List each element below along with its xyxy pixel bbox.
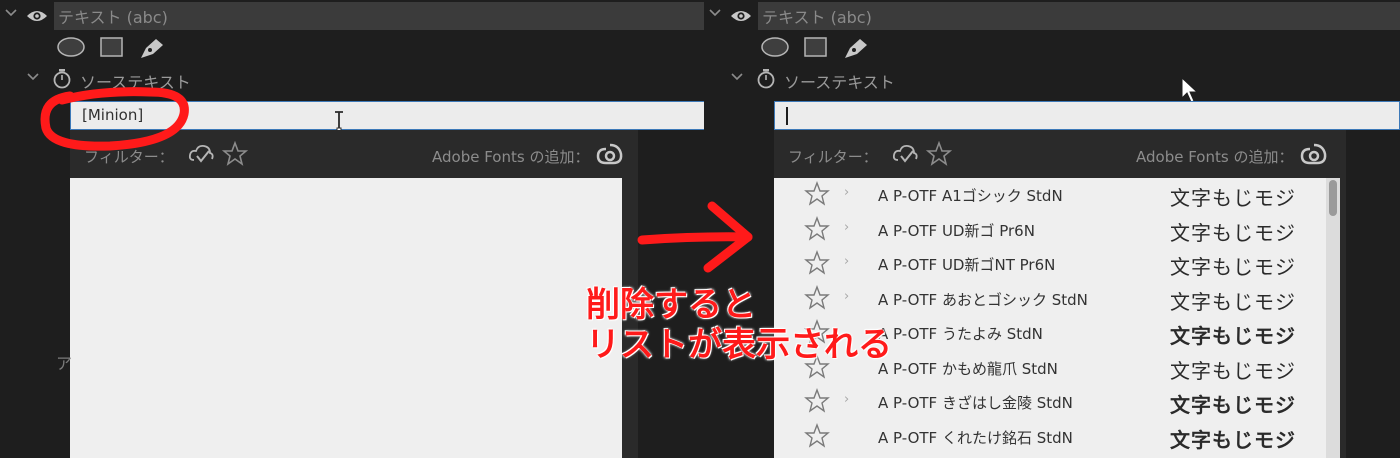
font-list-item[interactable]: › A P-OTF きざはし金陵 StdN 文字もじモジ [774, 385, 1326, 419]
rectangle-mask-icon[interactable] [803, 36, 829, 58]
font-name: A P-OTF UD新ゴ Pr6N [878, 221, 1035, 240]
star-icon[interactable] [804, 388, 830, 414]
font-sample: 文字もじモジ [1170, 289, 1296, 314]
font-name: A P-OTF あおとゴシック StdN [878, 290, 1088, 309]
font-sample: 文字もじモジ [1170, 427, 1296, 452]
star-icon[interactable] [804, 250, 830, 276]
font-list-item[interactable]: A P-OTF くれたけ銘石 StdN 文字もじモジ [774, 420, 1326, 454]
font-dropdown: フィルター： Adobe Fonts の追加： › A P-OTF A1ゴシック … [774, 130, 1346, 458]
chevron-down-icon[interactable] [4, 6, 18, 20]
font-list-empty [70, 178, 622, 458]
filter-label: フィルター： [788, 148, 878, 166]
filter-label: フィルター： [84, 148, 174, 166]
eye-icon[interactable] [26, 8, 48, 24]
font-sample: 文字もじモジ [1170, 186, 1296, 210]
font-name: A P-OTF きざはし金陵 StdN [878, 394, 1073, 412]
expand-chevron-icon[interactable]: › [844, 289, 849, 304]
eye-icon[interactable] [730, 8, 752, 24]
creative-cloud-icon[interactable] [596, 142, 624, 166]
cloud-check-icon[interactable] [188, 142, 214, 166]
expand-chevron-icon[interactable]: › [844, 254, 849, 269]
layer-name: テキスト (abc) [58, 8, 168, 27]
font-name: A P-OTF UD新ゴNT Pr6N [878, 256, 1056, 274]
star-filter-icon[interactable] [222, 141, 248, 167]
font-list-item[interactable]: A P-OTF うたよみ StdN 文字もじモジ [774, 316, 1326, 350]
star-icon[interactable] [804, 319, 830, 345]
expand-chevron-icon[interactable]: › [844, 392, 849, 407]
font-name: A P-OTF かもめ龍爪 StdN [878, 359, 1058, 378]
source-text-label: ソーステキスト [784, 73, 895, 92]
text-caret [786, 106, 788, 125]
font-list-item[interactable]: › A P-OTF UD新ゴ Pr6N 文字もじモジ [774, 213, 1326, 247]
property-label: ア [56, 354, 73, 373]
font-list-item[interactable]: › A P-OTF UD新ゴNT Pr6N 文字もじモジ [774, 247, 1326, 281]
creative-cloud-icon[interactable] [1300, 142, 1328, 166]
pen-icon[interactable] [138, 36, 166, 60]
font-sample: 文字もじモジ [1170, 255, 1296, 279]
ellipse-mask-icon[interactable] [760, 36, 790, 58]
rectangle-mask-icon[interactable] [99, 36, 125, 58]
layer-name: テキスト (abc) [762, 8, 872, 27]
font-name: A P-OTF くれたけ銘石 StdN [878, 428, 1073, 447]
star-icon[interactable] [804, 215, 830, 242]
stopwatch-icon[interactable] [756, 68, 776, 90]
font-sample: 文字もじモジ [1170, 324, 1296, 348]
chevron-down-icon[interactable] [730, 70, 744, 84]
source-text-input[interactable]: [Minion] [70, 101, 704, 130]
font-name: A P-OTF A1ゴシック StdN [878, 187, 1063, 205]
expand-chevron-icon[interactable]: › [844, 220, 849, 235]
star-filter-icon[interactable] [926, 141, 952, 167]
font-list-item[interactable]: › A P-OTF あおとゴシック StdN 文字もじモジ [774, 282, 1326, 316]
source-text-label: ソーステキスト [80, 73, 191, 92]
font-sample: 文字もじモジ [1170, 358, 1296, 383]
stopwatch-icon[interactable] [52, 68, 72, 90]
font-dropdown: フィルター： Adobe Fonts の追加： [70, 130, 638, 458]
expand-chevron-icon[interactable]: › [844, 185, 849, 200]
scrollbar-thumb[interactable] [1329, 180, 1337, 216]
right-panel: テキスト (abc) ソーステキスト フィルター： Adobe Fonts の追… [704, 0, 1400, 458]
mouse-pointer-icon [1181, 76, 1199, 103]
font-list-item[interactable]: A P-OTF かもめ龍爪 StdN 文字もじモジ [774, 351, 1326, 385]
chevron-down-icon[interactable] [26, 70, 40, 84]
star-icon[interactable] [804, 422, 830, 449]
input-value: [Minion] [82, 106, 144, 124]
cloud-check-icon[interactable] [892, 142, 918, 166]
ellipse-mask-icon[interactable] [56, 36, 86, 58]
source-text-input[interactable] [774, 101, 1400, 130]
adobe-fonts-label: Adobe Fonts の追加： [1136, 148, 1294, 166]
font-list-item[interactable]: › A P-OTF A1ゴシック StdN 文字もじモジ [774, 178, 1326, 212]
font-sample: 文字もじモジ [1170, 393, 1296, 417]
left-panel: テキスト (abc) ソーステキスト [Minion] フィルター： Adobe… [0, 0, 704, 458]
pen-icon[interactable] [842, 36, 870, 60]
font-list: › A P-OTF A1ゴシック StdN 文字もじモジ › A P-OTF UD新ゴ … [774, 178, 1326, 458]
chevron-down-icon[interactable] [708, 6, 722, 20]
star-icon[interactable] [804, 353, 830, 380]
layer-row[interactable]: テキスト (abc) [0, 0, 704, 32]
star-icon[interactable] [804, 181, 830, 207]
scrollbar-track[interactable] [1326, 178, 1340, 458]
star-icon[interactable] [804, 284, 830, 311]
font-sample: 文字もじモジ [1170, 220, 1296, 245]
layer-row[interactable]: テキスト (abc) [704, 0, 1400, 32]
adobe-fonts-label: Adobe Fonts の追加： [432, 148, 590, 166]
font-name: A P-OTF うたよみ StdN [878, 325, 1043, 343]
